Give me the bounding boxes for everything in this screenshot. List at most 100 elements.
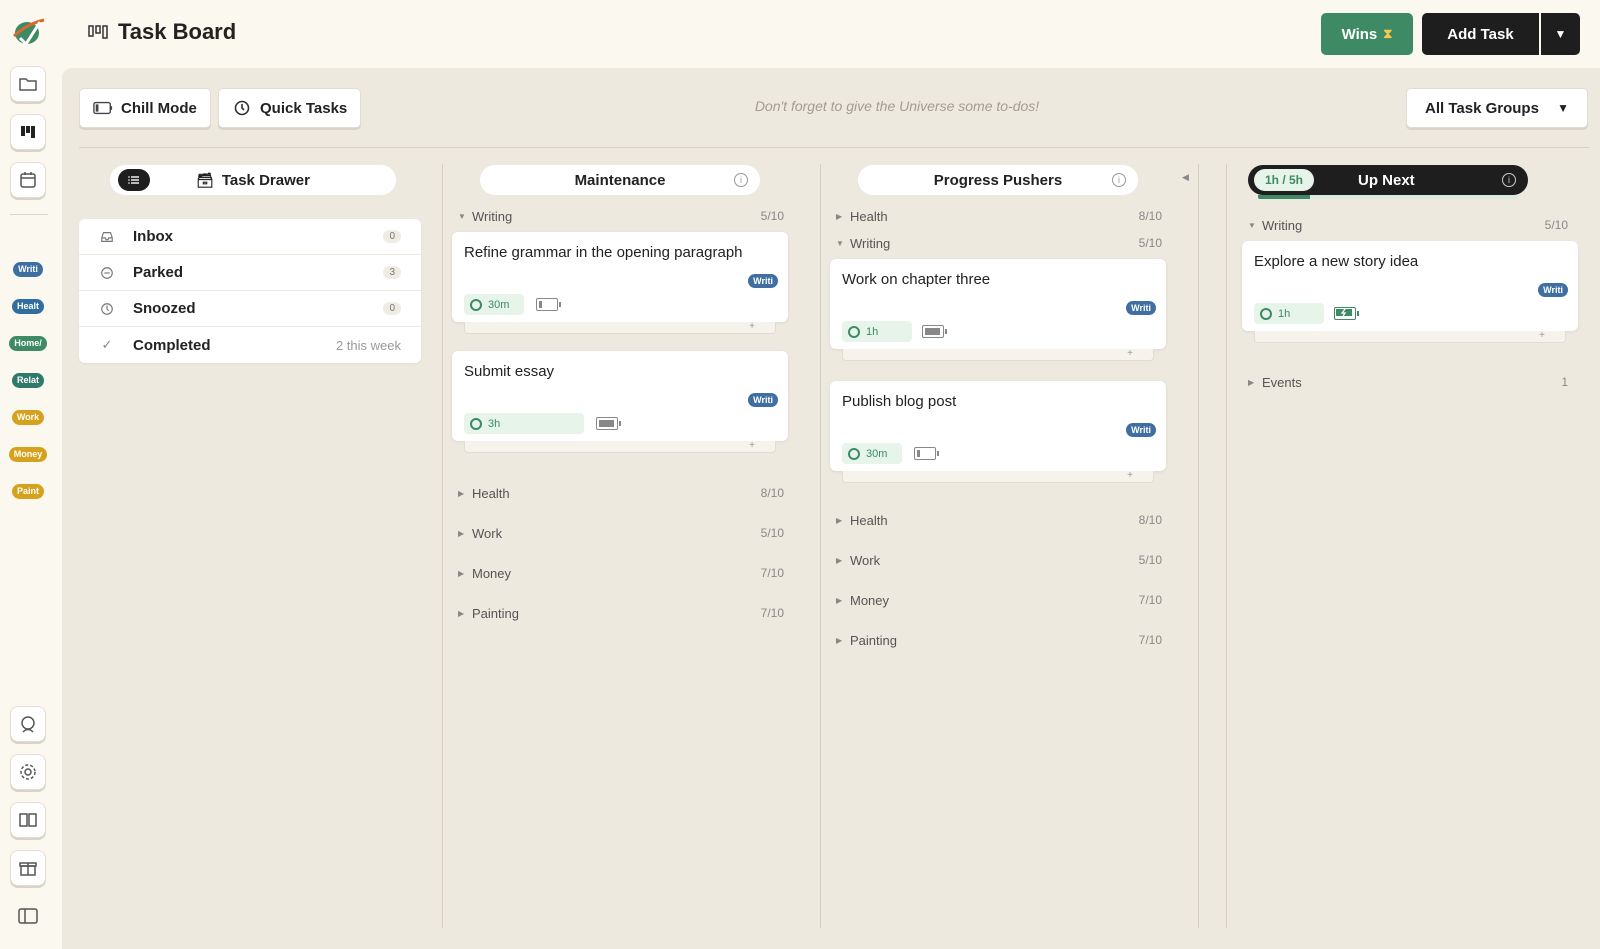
task-card[interactable]: Work on chapter three Writi 1h xyxy=(830,259,1166,349)
info-icon[interactable]: i xyxy=(734,173,748,187)
energy-battery-icon[interactable] xyxy=(914,447,939,460)
group-header-money[interactable]: ▶ Money 7/10 xyxy=(458,564,784,582)
drawer-item-inbox[interactable]: Inbox 0 xyxy=(79,219,421,255)
expanded-triangle-icon: ▼ xyxy=(458,211,466,221)
sidebar-tag-work[interactable]: Work xyxy=(0,410,56,425)
maintenance-column-header[interactable]: Maintenance i xyxy=(480,165,760,195)
folder-icon[interactable] xyxy=(10,66,46,102)
rail-divider xyxy=(10,214,48,215)
duration-value: 30m xyxy=(488,298,510,311)
task-tag[interactable]: Writi xyxy=(1126,423,1156,437)
drawer-item-snoozed[interactable]: Snoozed 0 xyxy=(79,291,421,327)
hint-text: Don't forget to give the Universe some t… xyxy=(754,98,1040,114)
up-next-column-header[interactable]: 1h / 5h Up Next i xyxy=(1248,165,1528,195)
group-header-writing[interactable]: ▼ Writing 5/10 xyxy=(458,207,784,225)
drawer-list: Inbox 0 Parked 3 Snoozed 0 ✓ Completed 2… xyxy=(79,219,421,363)
drawer-item-label: Completed xyxy=(133,336,211,354)
clock-icon xyxy=(470,298,482,311)
duration-badge[interactable]: 3h xyxy=(464,413,584,434)
group-header-health[interactable]: ▶ Health 8/10 xyxy=(836,207,1162,225)
book-icon[interactable] xyxy=(10,802,46,838)
energy-battery-icon[interactable] xyxy=(596,417,621,430)
task-tag[interactable]: Writi xyxy=(1126,301,1156,315)
completed-note: 2 this week xyxy=(335,337,401,353)
energy-battery-icon[interactable] xyxy=(922,325,947,338)
group-name: Health xyxy=(472,485,510,501)
chill-mode-button[interactable]: Chill Mode xyxy=(79,88,211,128)
group-header-writing[interactable]: ▼ Writing 5/10 xyxy=(1248,216,1568,234)
board-icon[interactable] xyxy=(10,114,46,150)
task-groups-select[interactable]: All Task Groups ▼ xyxy=(1406,88,1588,128)
capacity-badge: 1h / 5h xyxy=(1254,169,1314,191)
toolbar-divider xyxy=(79,147,1589,148)
charging-battery-icon[interactable] xyxy=(1334,307,1359,320)
task-card[interactable]: Publish blog post Writi 30m xyxy=(830,381,1166,471)
gift-icon[interactable] xyxy=(10,850,46,886)
duration-badge[interactable]: 1h xyxy=(842,321,912,342)
task-card[interactable]: Explore a new story idea Writi 1h xyxy=(1242,241,1578,331)
task-tag[interactable]: Writi xyxy=(1538,283,1568,297)
sidebar-tag-writing[interactable]: Writi xyxy=(0,262,56,277)
group-header-health[interactable]: ▶ Health 8/10 xyxy=(458,484,784,502)
collapsed-triangle-icon: ▶ xyxy=(458,568,465,578)
group-header-painting[interactable]: ▶ Painting 7/10 xyxy=(458,604,784,622)
sidebar-tag-painting[interactable]: Paint xyxy=(0,484,56,499)
profile-avatar-icon[interactable] xyxy=(10,706,46,742)
group-name: Money xyxy=(472,565,512,581)
add-task-dropdown-button[interactable]: ▼ xyxy=(1541,13,1580,55)
sidebar-tag-money[interactable]: Money xyxy=(0,447,56,462)
group-name: Painting xyxy=(472,605,519,621)
duration-badge[interactable]: 1h xyxy=(1254,303,1324,324)
task-groups-label: All Task Groups xyxy=(1425,99,1539,117)
add-subtask-button[interactable]: + xyxy=(842,349,1154,361)
add-subtask-button[interactable]: + xyxy=(464,322,776,334)
add-task-button[interactable]: Add Task xyxy=(1422,13,1539,55)
task-card[interactable]: Refine grammar in the opening paragraph … xyxy=(452,232,788,322)
checkmark-icon: ✓ xyxy=(101,337,113,352)
task-tag[interactable]: Writi xyxy=(748,393,778,407)
sidebar-tag-relationships[interactable]: Relat xyxy=(0,373,56,388)
wins-label: Wins xyxy=(1341,25,1378,43)
sidebar-toggle-icon[interactable] xyxy=(18,908,38,924)
info-icon[interactable]: i xyxy=(1502,173,1516,187)
group-name: Health xyxy=(850,512,888,528)
drawer-item-completed[interactable]: ✓ Completed 2 this week xyxy=(79,327,421,363)
drawer-item-parked[interactable]: Parked 3 xyxy=(79,255,421,291)
group-name: Events xyxy=(1262,374,1302,390)
group-name: Money xyxy=(850,592,890,608)
drawer-list-toggle[interactable] xyxy=(118,169,150,191)
task-drawer-header[interactable]: 🗃 Task Drawer xyxy=(110,165,396,195)
quick-tasks-button[interactable]: Quick Tasks xyxy=(218,88,362,128)
add-subtask-button[interactable]: + xyxy=(464,441,776,453)
group-header-writing[interactable]: ▼ Writing 5/10 xyxy=(836,234,1162,252)
drawer-item-count: 3 xyxy=(383,266,401,279)
calendar-icon[interactable] xyxy=(10,162,46,198)
progress-pushers-column-header[interactable]: Progress Pushers i xyxy=(858,165,1138,195)
group-header-money[interactable]: ▶ Money 7/10 xyxy=(836,591,1162,609)
duration-badge[interactable]: 30m xyxy=(464,294,524,315)
board-title-icon xyxy=(88,25,108,39)
add-subtask-button[interactable]: + xyxy=(842,471,1154,483)
collapsed-triangle-icon: ▶ xyxy=(836,515,843,525)
task-tag[interactable]: Writi xyxy=(748,274,778,288)
sidebar-tag-health[interactable]: Healt xyxy=(0,299,56,314)
wins-button[interactable]: Wins ⧗ xyxy=(1321,13,1413,55)
capacity-progress-fill xyxy=(1258,195,1310,199)
settings-gear-icon[interactable] xyxy=(10,754,46,790)
collapse-left-arrow-icon[interactable]: ◀ xyxy=(1182,172,1189,183)
collapsed-triangle-icon: ▶ xyxy=(458,608,465,618)
task-card[interactable]: Submit essay Writi 3h xyxy=(452,351,788,441)
group-header-painting[interactable]: ▶ Painting 7/10 xyxy=(836,631,1162,649)
group-header-events[interactable]: ▶ Events 1 xyxy=(1248,373,1568,391)
group-header-work[interactable]: ▶ Work 5/10 xyxy=(458,524,784,542)
energy-battery-icon[interactable] xyxy=(536,298,561,311)
info-icon[interactable]: i xyxy=(1112,173,1126,187)
group-header-health[interactable]: ▶ Health 8/10 xyxy=(836,511,1162,529)
app-logo-icon[interactable] xyxy=(10,14,48,48)
expanded-triangle-icon: ▼ xyxy=(836,238,844,248)
add-subtask-button[interactable]: + xyxy=(1254,331,1566,343)
group-header-work[interactable]: ▶ Work 5/10 xyxy=(836,551,1162,569)
group-count: 8/10 xyxy=(1138,209,1162,223)
sidebar-tag-home[interactable]: Home/ xyxy=(0,336,56,351)
duration-badge[interactable]: 30m xyxy=(842,443,902,464)
